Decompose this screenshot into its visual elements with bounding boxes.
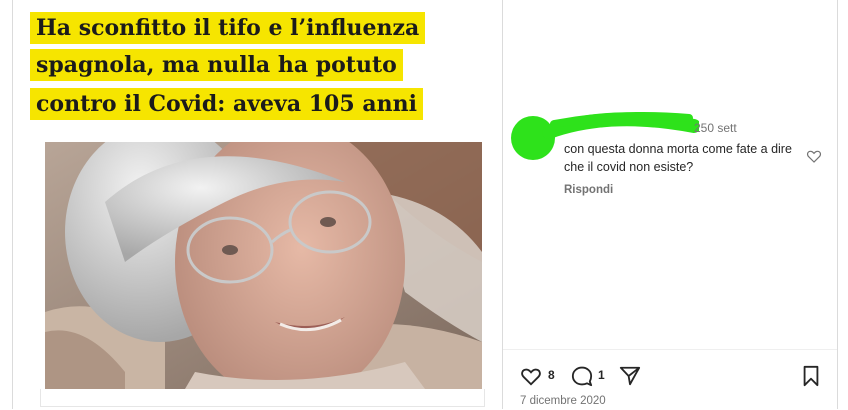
comment-text: con questa donna morta come fate a dire … xyxy=(564,142,792,174)
speech-bubble-icon[interactable] xyxy=(570,365,594,387)
bookmark-icon[interactable] xyxy=(800,365,822,387)
photo-caption-border xyxy=(40,389,485,407)
heart-icon[interactable] xyxy=(806,148,822,164)
headline-line-2: spagnola, ma nulla ha potuto xyxy=(30,49,403,81)
post-date: 7 dicembre 2020 xyxy=(520,395,606,407)
headline-line-1: Ha sconfitto il tifo e l’influenza xyxy=(30,12,426,44)
like-count: 8 xyxy=(548,368,555,382)
comment-count: 1 xyxy=(598,368,605,382)
paper-plane-icon[interactable] xyxy=(618,365,642,387)
heart-icon[interactable] xyxy=(520,365,542,387)
comment-timestamp: 250 sett xyxy=(694,121,737,135)
reply-button[interactable]: Rispondi xyxy=(564,184,613,196)
portrait-photo xyxy=(45,142,482,389)
headline-line-3: contro il Covid: aveva 105 anni xyxy=(30,88,423,120)
